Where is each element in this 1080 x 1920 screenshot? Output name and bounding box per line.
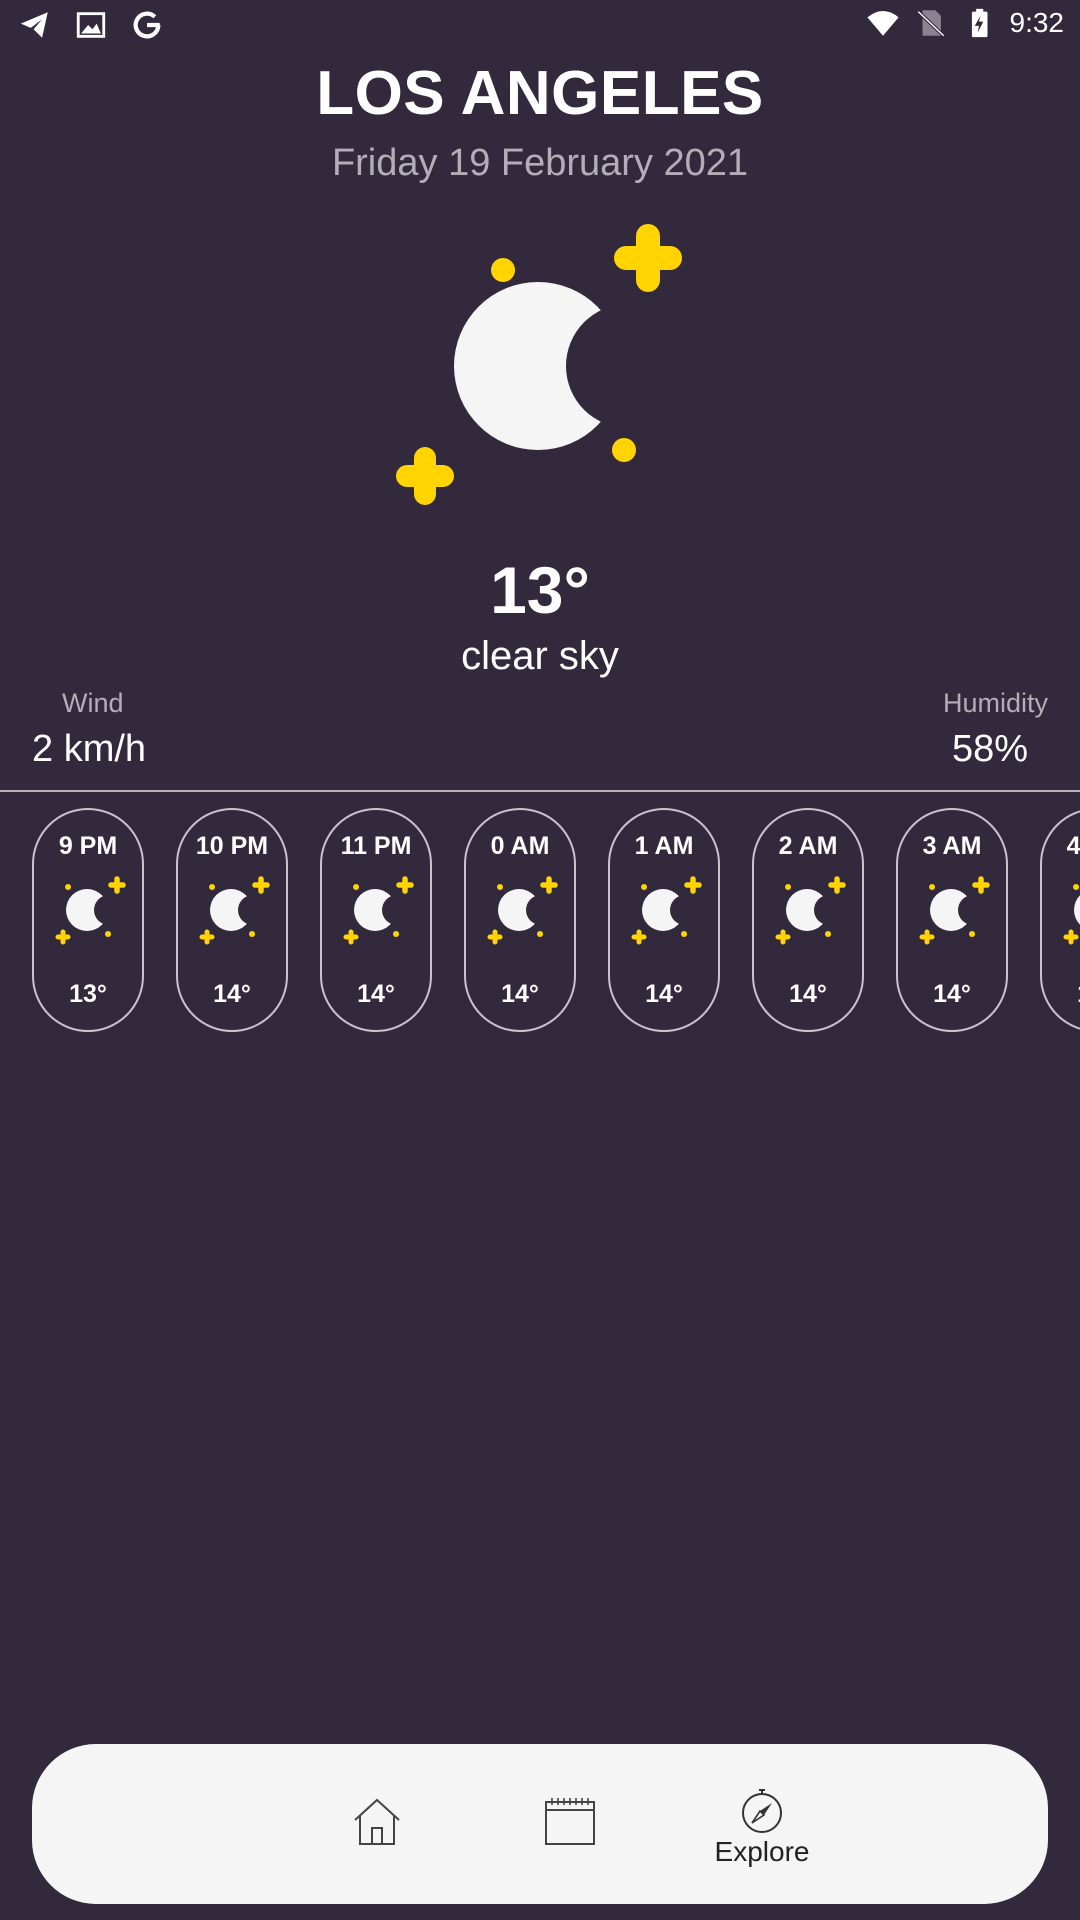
home-icon [354, 1798, 400, 1845]
clear-night-icon [917, 876, 991, 950]
no-sim-icon [916, 10, 945, 38]
google-icon [133, 11, 161, 39]
calendar-icon [545, 1798, 595, 1845]
hour-time: 3 AM [922, 832, 982, 860]
date-label: Friday 19 February 2021 [331, 142, 749, 184]
hourly-forecast[interactable]: 9 PM 13° 10 PM 14° 11 PM 14° 0 AM 14° 1 … [0, 808, 1080, 1034]
weather-description: clear sky [461, 634, 619, 678]
hour-card[interactable]: 9 PM 13° [32, 808, 144, 1032]
hour-card[interactable]: 2 AM 14° [752, 808, 864, 1032]
nav-explore[interactable]: Explore [692, 1744, 832, 1904]
humidity-value: 58% [951, 728, 1028, 770]
hour-time: 1 AM [634, 832, 694, 860]
bottom-nav: Explore [32, 1744, 1048, 1904]
hour-time: 0 AM [490, 832, 550, 860]
clear-night-icon [197, 876, 271, 950]
clear-night-icon [53, 876, 127, 950]
humidity-label: Humidity [942, 688, 1048, 718]
status-bar: 9:32 [0, 0, 1080, 52]
clear-night-icon [341, 876, 415, 950]
hour-card[interactable]: 3 AM 14° [896, 808, 1008, 1032]
city-title: LOS ANGELES [316, 59, 764, 128]
status-bar-left [18, 8, 164, 42]
nav-calendar[interactable] [500, 1744, 640, 1904]
current-temperature: 13° [490, 553, 590, 627]
hour-card[interactable]: 10 PM 14° [176, 808, 288, 1032]
wifi-icon [866, 10, 899, 36]
hour-time: 2 AM [778, 832, 838, 860]
clear-night-icon [485, 876, 559, 950]
hour-time: 11 PM [340, 832, 412, 860]
hour-time: 9 PM [58, 832, 118, 860]
nav-home[interactable] [307, 1744, 447, 1904]
hour-temp: 14° [789, 980, 827, 1008]
hour-time: 4 AM [1066, 832, 1080, 860]
image-icon [76, 12, 106, 38]
hour-card[interactable]: 1 AM 14° [608, 808, 720, 1032]
wind-label: Wind [62, 688, 124, 718]
hour-temp: 14° [357, 980, 395, 1008]
clear-night-icon [396, 224, 682, 505]
battery-charging-icon [971, 8, 987, 38]
hour-temp: 14° [213, 980, 251, 1008]
hour-temp: 13° [69, 980, 107, 1008]
nav-explore-label: Explore [714, 1836, 810, 1867]
hour-card[interactable]: 4 AM 14° [1040, 808, 1080, 1032]
hour-card[interactable]: 0 AM 14° [464, 808, 576, 1032]
wind-value: 2 km/h [32, 728, 147, 770]
hour-time: 10 PM [195, 832, 269, 860]
clear-night-icon [629, 876, 703, 950]
hour-temp: 14° [645, 980, 683, 1008]
hour-temp: 14° [501, 980, 539, 1008]
hour-temp: 14° [1042, 980, 1080, 1009]
status-bar-right: 9:32 [866, 6, 1065, 40]
clear-night-icon [1061, 876, 1080, 950]
status-time: 9:32 [1009, 7, 1065, 38]
telegram-icon [20, 12, 48, 38]
clear-night-icon [773, 876, 847, 950]
compass-icon [742, 1789, 782, 1833]
hour-card[interactable]: 11 PM 14° [320, 808, 432, 1032]
hour-temp: 14° [933, 980, 971, 1008]
divider [0, 790, 1080, 792]
